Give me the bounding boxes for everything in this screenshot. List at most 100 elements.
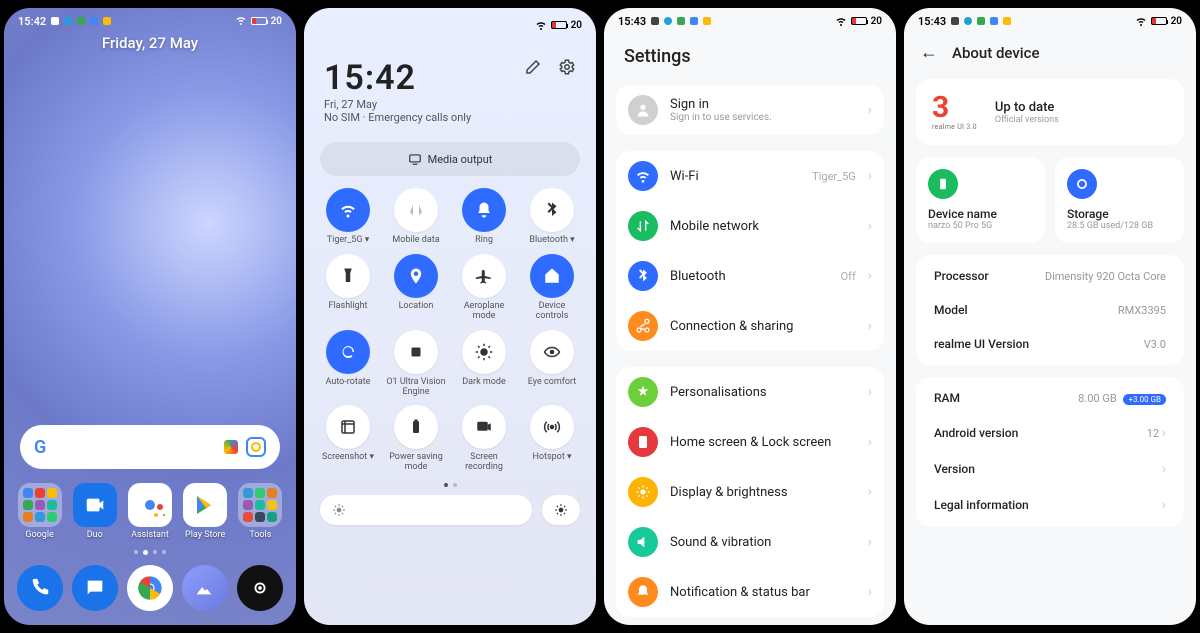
chevron-right-icon: › (868, 168, 872, 184)
row-icon (628, 161, 658, 191)
row-notification-status-bar[interactable]: Notification & status bar › (616, 567, 884, 617)
row-realme-ui-version[interactable]: realme UI Version V3.0 (916, 327, 1184, 361)
page-title: Settings (604, 32, 896, 77)
card-storage[interactable]: Storage 28.5 GB used/128 GB (1055, 157, 1184, 243)
dock (4, 561, 296, 625)
person-icon (628, 95, 658, 125)
row-icon (628, 527, 658, 557)
qs-tile-bluetooth[interactable]: Bluetooth ▾ (518, 188, 586, 246)
row-legal-information[interactable]: Legal information › (916, 487, 1184, 523)
app-indicator-icon (677, 17, 685, 25)
qs-tile-flashlight[interactable]: Flashlight (314, 254, 382, 322)
qs-tile-vision-engine[interactable]: O1 Ultra Vision Engine (382, 330, 450, 398)
app-duo[interactable]: Duo (68, 483, 122, 540)
row-wi-fi[interactable]: Wi-Fi Tiger_5G › (616, 151, 884, 201)
qs-tile-grid: Tiger_5G ▾ Mobile data Ring Bluetooth ▾ … (304, 188, 596, 473)
row-personalisations[interactable]: Personalisations › (616, 367, 884, 417)
app-assistant[interactable]: Assistant (123, 483, 177, 540)
app-indicator-icon (1003, 17, 1011, 25)
battery-icon (851, 17, 867, 25)
row-display-brightness[interactable]: Display & brightness › (616, 467, 884, 517)
app-tools-folder[interactable]: Tools (233, 483, 287, 540)
screen-quick-settings: 20 15:42 Fri, 27 May No SIM · Emergency … (304, 8, 596, 625)
row-version[interactable]: Version › (916, 451, 1184, 487)
app-google-folder[interactable]: Google (13, 483, 67, 540)
app-play-store[interactable]: Play Store (178, 483, 232, 540)
row-home-screen-lock-screen[interactable]: Home screen & Lock screen › (616, 417, 884, 467)
qs-tile-dark-mode[interactable]: Dark mode (450, 330, 518, 398)
app-indicator-icon (690, 17, 698, 25)
row-sign-in[interactable]: Sign in Sign in to use services. › (616, 85, 884, 135)
row-sound-vibration[interactable]: Sound & vibration › (616, 517, 884, 567)
screen-about-device: 15:43 20 ← About device 3 realme UI 3.0 … (904, 8, 1196, 625)
chevron-right-icon: › (868, 268, 872, 284)
screen-settings: 15:43 20 Settings Sign in Sign in to use… (604, 8, 896, 625)
row-connection-sharing[interactable]: Connection & sharing › (616, 301, 884, 351)
qs-tile-airplane[interactable]: Aeroplane mode (450, 254, 518, 322)
lens-icon[interactable] (246, 437, 266, 457)
app-row: Google Duo Assistant Play Store Tools (4, 483, 296, 550)
dock-chrome[interactable] (123, 565, 177, 611)
qs-tile-eye-comfort[interactable]: Eye comfort (518, 330, 586, 398)
chevron-right-icon: › (868, 484, 872, 500)
qs-tile-auto-rotate[interactable]: Auto-rotate (314, 330, 382, 398)
google-search-bar[interactable]: G (20, 425, 280, 469)
gear-icon (951, 17, 959, 25)
chevron-right-icon: › (868, 584, 872, 600)
card-up-to-date[interactable]: 3 realme UI 3.0 Up to date Official vers… (916, 79, 1184, 145)
app-indicator-icon (77, 17, 85, 25)
row-processor[interactable]: Processor Dimensity 920 Octa Core (916, 259, 1184, 293)
storage-icon (1067, 169, 1097, 199)
mic-icon[interactable] (224, 440, 238, 454)
row-icon (628, 311, 658, 341)
edit-icon[interactable] (524, 58, 542, 80)
row-mobile-network[interactable]: Mobile network › (616, 201, 884, 251)
brightness-slider[interactable] (320, 495, 580, 525)
qs-clock: 15:42 (324, 58, 471, 98)
screen-home: 15:42 20 Friday, 27 May G Google (4, 8, 296, 625)
qs-tile-mobile-data[interactable]: Mobile data (382, 188, 450, 246)
status-bar: 15:42 20 (4, 8, 296, 32)
battery-icon (251, 17, 267, 25)
dock-camera[interactable] (233, 565, 287, 611)
qs-date: Fri, 27 May (324, 98, 471, 111)
row-icon (628, 477, 658, 507)
page-indicator (4, 550, 296, 555)
status-time: 15:42 (18, 15, 46, 28)
battery-icon (1151, 17, 1167, 25)
qs-tile-power-saving[interactable]: Power saving mode (382, 405, 450, 473)
qs-tile-screenshot[interactable]: Screenshot ▾ (314, 405, 382, 473)
qs-tile-wifi[interactable]: Tiger_5G ▾ (314, 188, 382, 246)
row-icon (628, 377, 658, 407)
row-icon (628, 211, 658, 241)
dock-phone[interactable] (13, 565, 67, 611)
chevron-right-icon: › (868, 102, 872, 118)
row-ram[interactable]: RAM 8.00 GB +3.00 GB (916, 381, 1184, 415)
qs-tile-ring[interactable]: Ring (450, 188, 518, 246)
row-icon (628, 427, 658, 457)
app-indicator-icon (103, 17, 111, 25)
cast-icon (408, 152, 422, 166)
dock-messages[interactable] (68, 565, 122, 611)
qs-tile-device-controls[interactable]: Device controls (518, 254, 586, 322)
back-arrow-icon[interactable]: ← (920, 42, 938, 63)
dock-gallery[interactable] (178, 565, 232, 611)
media-output-button[interactable]: Media output (320, 142, 580, 176)
wifi-icon (835, 15, 847, 27)
wifi-icon (1135, 15, 1147, 27)
status-bar: 20 (304, 8, 596, 40)
battery-icon (551, 21, 567, 29)
row-bluetooth[interactable]: Bluetooth Off › (616, 251, 884, 301)
app-indicator-icon (977, 17, 985, 25)
qs-tile-location[interactable]: Location (382, 254, 450, 322)
auto-brightness-button[interactable] (542, 495, 580, 525)
row-icon (628, 261, 658, 291)
qs-tile-screen-recording[interactable]: Screen recording (450, 405, 518, 473)
card-device-name[interactable]: Device name narzo 50 Pro 5G (916, 157, 1045, 243)
settings-gear-icon[interactable] (558, 58, 576, 80)
row-android-version[interactable]: Android version 12 › (916, 415, 1184, 451)
row-model[interactable]: Model RMX3395 (916, 293, 1184, 327)
status-bar: 15:43 20 (904, 8, 1196, 32)
qs-tile-hotspot[interactable]: Hotspot ▾ (518, 405, 586, 473)
chevron-right-icon: › (868, 318, 872, 334)
